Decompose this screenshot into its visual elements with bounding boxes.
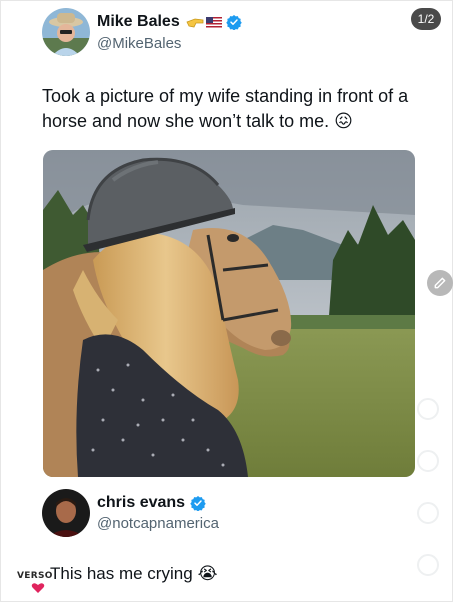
author-handle[interactable]: @MikeBales bbox=[97, 35, 181, 52]
verso-logo-text: VERSO bbox=[17, 571, 53, 581]
reply-author-name[interactable]: chris evans bbox=[97, 494, 185, 512]
pencil-icon bbox=[434, 277, 446, 289]
reply-author-avatar[interactable] bbox=[42, 489, 90, 537]
tweet-photo[interactable] bbox=[43, 150, 415, 477]
author-avatar[interactable] bbox=[42, 8, 90, 56]
author-name[interactable]: Mike Bales bbox=[97, 13, 180, 31]
verified-badge-icon bbox=[225, 15, 242, 30]
faint-action-column bbox=[417, 398, 439, 606]
edit-button[interactable] bbox=[427, 270, 453, 296]
reply-author-name-row[interactable]: chris evans bbox=[97, 494, 206, 512]
faint-comment-icon bbox=[417, 450, 439, 472]
author-emoji-group bbox=[186, 15, 222, 29]
crying-emoji: 😭 bbox=[197, 564, 218, 583]
faint-share-icon bbox=[417, 502, 439, 524]
verso-watermark: VERSO bbox=[17, 571, 53, 597]
author-name-row[interactable]: Mike Bales bbox=[97, 13, 242, 31]
verified-badge-icon bbox=[190, 496, 206, 511]
reply-text: This has me crying bbox=[50, 564, 193, 583]
reply-text-row: This has me crying 😭 bbox=[50, 564, 218, 584]
heart-icon bbox=[31, 583, 45, 593]
faint-like-icon bbox=[417, 398, 439, 420]
pointing-hand-emoji bbox=[186, 18, 204, 28]
faint-more-icon bbox=[417, 554, 439, 576]
page-indicator-badge: 1/2 bbox=[411, 8, 441, 30]
tweet-text: Took a picture of my wife standing in fr… bbox=[42, 86, 409, 131]
us-flag-emoji bbox=[205, 16, 222, 28]
reply-author-handle[interactable]: @notcapnamerica bbox=[97, 515, 219, 532]
